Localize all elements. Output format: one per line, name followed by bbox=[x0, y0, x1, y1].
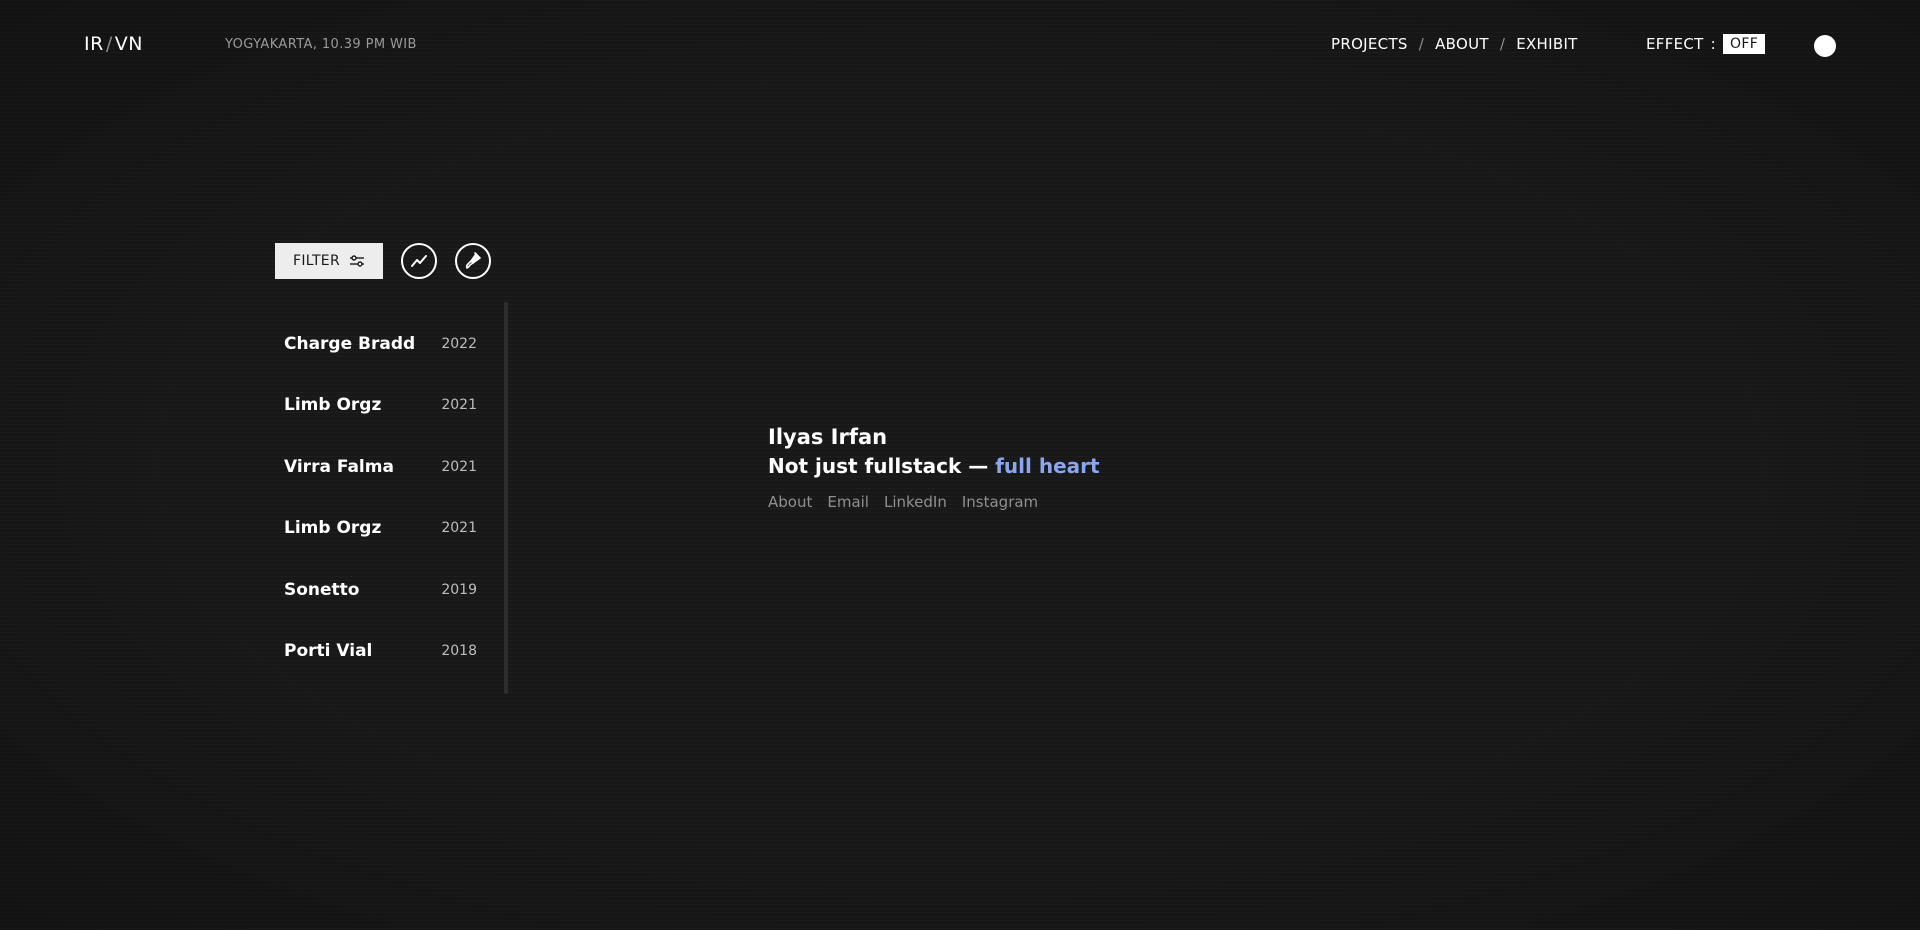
effect-toggle-group: EFFECT : OFF bbox=[1646, 34, 1766, 54]
nav-exhibit[interactable]: EXHIBIT bbox=[1516, 35, 1577, 53]
theme-toggle-dot[interactable] bbox=[1814, 35, 1836, 57]
project-year: 2021 bbox=[441, 397, 477, 414]
main-nav: PROJECTS / ABOUT / EXHIBIT bbox=[1331, 35, 1578, 53]
site-logo[interactable]: IR / VN bbox=[84, 33, 143, 55]
site-header: IR / VN YOGYAKARTA, 10.39 PM WIB PROJECTS … bbox=[0, 0, 1920, 90]
project-row[interactable]: Sonetto 2019 bbox=[284, 559, 477, 621]
logo-right: VN bbox=[114, 33, 143, 55]
project-year: 2021 bbox=[441, 458, 477, 475]
nav-separator: / bbox=[1499, 35, 1506, 53]
project-list-scrollbar[interactable] bbox=[504, 302, 508, 694]
tagline-main: Not just fullstack — bbox=[768, 454, 989, 478]
effect-label: EFFECT bbox=[1646, 35, 1704, 53]
filter-label: FILTER bbox=[293, 253, 340, 269]
link-linkedin[interactable]: LinkedIn bbox=[884, 493, 947, 511]
intro-section: Ilyas Irfan Not just fullstack — full he… bbox=[768, 424, 1100, 511]
project-row[interactable]: Limb Orgz 2021 bbox=[284, 375, 477, 437]
paint-brush-icon bbox=[465, 252, 481, 269]
link-instagram[interactable]: Instagram bbox=[962, 493, 1038, 511]
project-year: 2019 bbox=[441, 581, 477, 598]
project-list: Charge Bradd 2022 Limb Orgz 2021 Virra F… bbox=[284, 313, 477, 682]
social-links: About Email LinkedIn Instagram bbox=[768, 493, 1100, 511]
trend-button[interactable] bbox=[401, 243, 437, 279]
effect-colon: : bbox=[1710, 35, 1717, 53]
nav-separator: / bbox=[1418, 35, 1425, 53]
link-about[interactable]: About bbox=[768, 493, 812, 511]
project-year: 2018 bbox=[441, 643, 477, 660]
art-button[interactable] bbox=[455, 243, 491, 279]
nav-about[interactable]: ABOUT bbox=[1435, 35, 1489, 53]
location-time: YOGYAKARTA, 10.39 PM WIB bbox=[225, 37, 417, 52]
project-row[interactable]: Limb Orgz 2021 bbox=[284, 498, 477, 560]
logo-left: IR bbox=[84, 33, 104, 55]
effect-toggle[interactable]: OFF bbox=[1723, 34, 1766, 54]
project-row[interactable]: Porti Vial 2018 bbox=[284, 621, 477, 683]
project-name: Limb Orgz bbox=[284, 518, 382, 539]
project-year: 2022 bbox=[441, 335, 477, 352]
logo-separator: / bbox=[105, 33, 113, 55]
person-name: Ilyas Irfan bbox=[768, 425, 888, 449]
project-name: Charge Bradd bbox=[284, 333, 416, 354]
tagline: Not just fullstack — full heart bbox=[768, 451, 1100, 481]
project-year: 2021 bbox=[441, 520, 477, 537]
project-name: Sonetto bbox=[284, 579, 360, 600]
nav-projects[interactable]: PROJECTS bbox=[1331, 35, 1408, 53]
link-email[interactable]: Email bbox=[827, 493, 869, 511]
trend-line-icon bbox=[411, 255, 427, 267]
sliders-icon bbox=[349, 255, 364, 267]
filter-button[interactable]: FILTER bbox=[275, 243, 383, 279]
project-name: Limb Orgz bbox=[284, 395, 382, 416]
project-row[interactable]: Virra Falma 2021 bbox=[284, 436, 477, 498]
project-name: Virra Falma bbox=[284, 456, 394, 477]
tagline-accent: full heart bbox=[995, 454, 1100, 478]
project-row[interactable]: Charge Bradd 2022 bbox=[284, 313, 477, 375]
project-name: Porti Vial bbox=[284, 641, 373, 662]
